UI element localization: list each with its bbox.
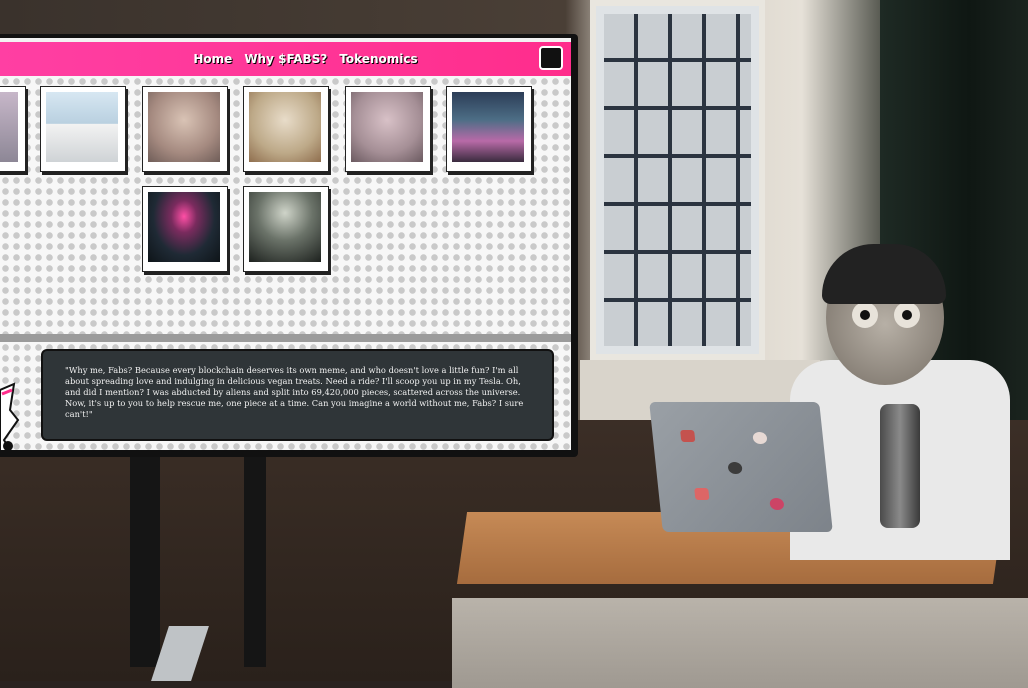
gallery-card-wide-eyed[interactable]	[142, 86, 228, 172]
water-bottle	[880, 404, 920, 528]
gallery-card-dancing[interactable]	[446, 86, 532, 172]
nav-why-fabs-link[interactable]: Why $FABS?	[244, 52, 327, 66]
website-screen: Home Why $FABS? Tokenomics "Why me, Fabs…	[0, 38, 571, 450]
gallery-card-dj[interactable]	[345, 86, 431, 172]
bio-text: "Why me, Fabs? Because every blockchain …	[65, 365, 524, 419]
bio-text-box: "Why me, Fabs? Because every blockchain …	[41, 349, 554, 441]
navbar: Home Why $FABS? Tokenomics	[0, 42, 571, 76]
front-table	[452, 598, 1028, 688]
gallery-card-tesla[interactable]	[40, 86, 126, 172]
gallery-card-abducted[interactable]	[243, 186, 329, 272]
mascot-icon	[0, 380, 22, 450]
gallery-card-partial[interactable]	[0, 86, 26, 172]
section-divider	[0, 334, 571, 342]
nav-tokenomics-link[interactable]: Tokenomics	[339, 52, 417, 66]
monitor-stand-right	[244, 457, 266, 667]
gallery-card-vegan-food[interactable]	[243, 86, 329, 172]
window	[590, 0, 765, 360]
monitor: Home Why $FABS? Tokenomics "Why me, Fabs…	[0, 34, 578, 457]
gallery-card-ufo[interactable]	[142, 186, 228, 272]
fabs-logo-icon[interactable]	[539, 46, 563, 70]
monitor-stand-left	[130, 457, 160, 667]
nav-home-link[interactable]: Home	[193, 52, 232, 66]
laptop	[649, 402, 833, 532]
gallery-section	[0, 76, 571, 336]
